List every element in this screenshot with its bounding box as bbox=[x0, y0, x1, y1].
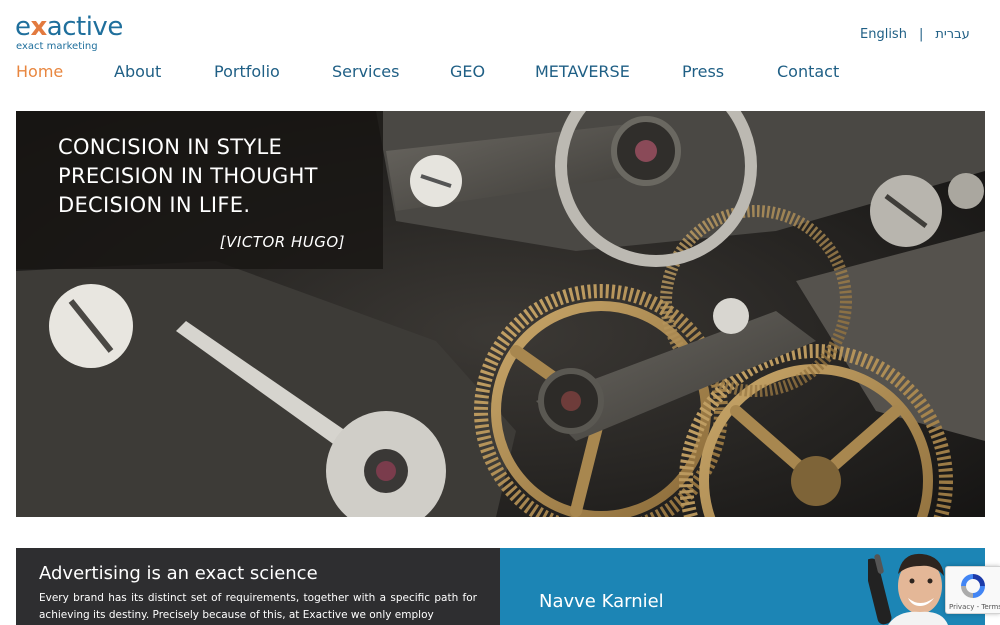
lang-separator: | bbox=[918, 27, 924, 42]
site-logo[interactable]: exactive exact marketing bbox=[15, 12, 135, 54]
recaptcha-badge[interactable]: Privacy - Terms bbox=[945, 566, 1000, 614]
founder-portrait bbox=[868, 553, 948, 625]
advertising-panel-text: Every brand has its distinct set of requ… bbox=[39, 592, 477, 621]
quote-box: CONCISION IN STYLE PRECISION IN THOUGHT … bbox=[16, 111, 383, 269]
founder-name: Navve Karniel bbox=[539, 591, 664, 612]
main-nav: Home About Portfolio Services GEO METAVE… bbox=[0, 60, 1000, 84]
language-switcher: English | עברית bbox=[860, 27, 970, 42]
logo-tagline: exact marketing bbox=[16, 41, 98, 52]
nav-portfolio[interactable]: Portfolio bbox=[214, 62, 280, 81]
advertising-panel: Advertising is an exact science Every br… bbox=[16, 548, 500, 625]
nav-about[interactable]: About bbox=[114, 62, 161, 81]
nav-press[interactable]: Press bbox=[682, 62, 724, 81]
recaptcha-links[interactable]: Privacy - Terms bbox=[949, 603, 1000, 611]
hero-banner: CONCISION IN STYLE PRECISION IN THOUGHT … bbox=[16, 111, 985, 517]
nav-metaverse[interactable]: METAVERSE bbox=[535, 62, 630, 81]
quote-author: [VICTOR HUGO] bbox=[219, 233, 345, 251]
nav-home[interactable]: Home bbox=[16, 62, 63, 81]
nav-contact[interactable]: Contact bbox=[777, 62, 839, 81]
quote-line-3: DECISION IN LIFE. bbox=[58, 193, 251, 217]
nav-geo[interactable]: GEO bbox=[450, 62, 485, 81]
quote-line-1: CONCISION IN STYLE bbox=[58, 135, 283, 159]
logo-wordmark: exactive bbox=[15, 12, 123, 42]
recaptcha-icon bbox=[961, 574, 985, 598]
quote-line-2: PRECISION IN THOUGHT bbox=[58, 164, 318, 188]
lang-hebrew-link[interactable]: עברית bbox=[935, 27, 969, 42]
founder-panel[interactable]: Navve Karniel bbox=[500, 548, 985, 625]
lang-english-link[interactable]: English bbox=[860, 27, 907, 42]
advertising-panel-title: Advertising is an exact science bbox=[39, 563, 318, 584]
nav-services[interactable]: Services bbox=[332, 62, 399, 81]
